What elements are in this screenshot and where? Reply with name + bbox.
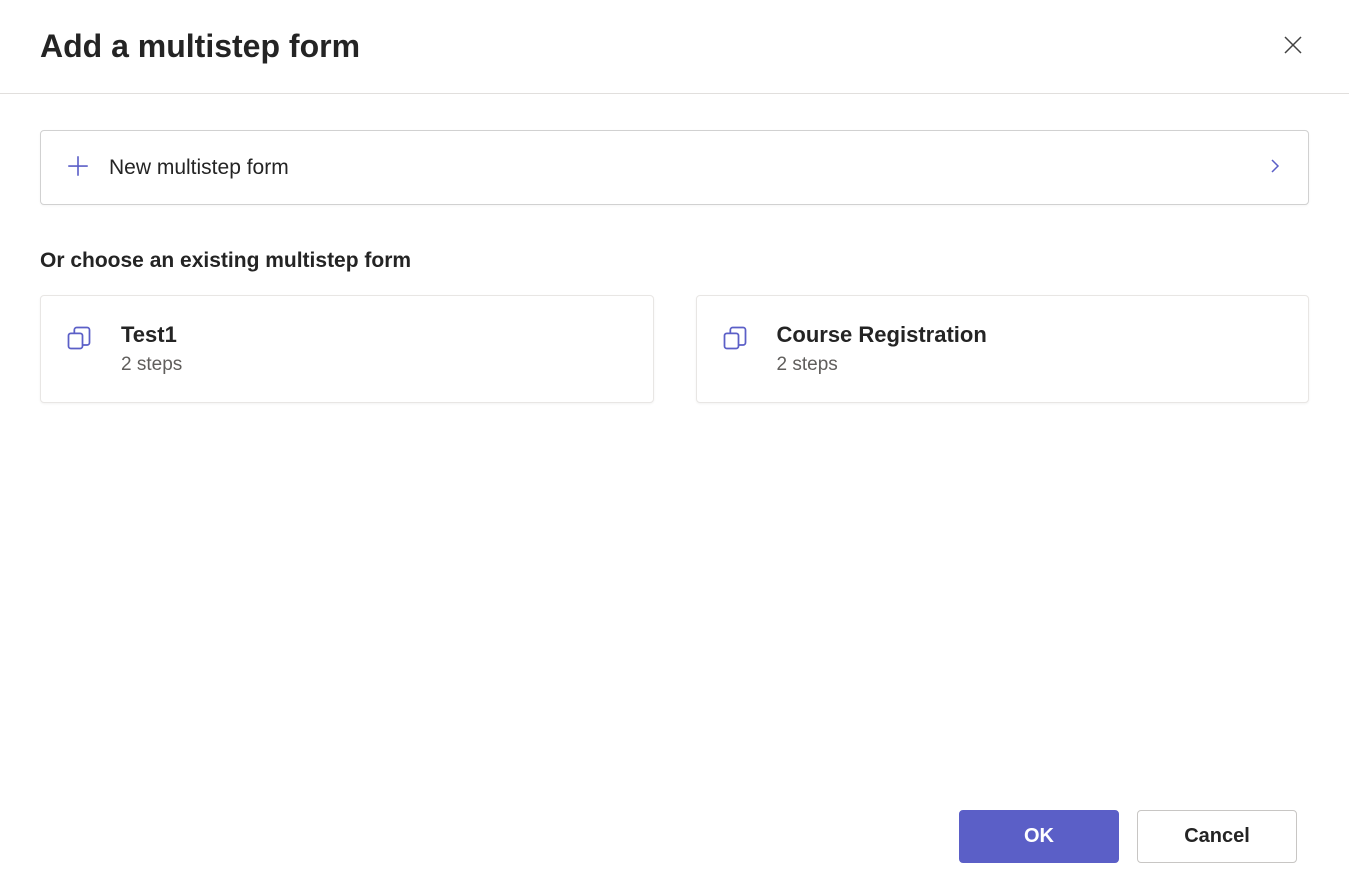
- cancel-button[interactable]: Cancel: [1137, 810, 1297, 863]
- multistep-form-icon: [65, 322, 93, 357]
- multistep-form-icon: [721, 322, 749, 357]
- close-icon: [1281, 33, 1305, 60]
- form-name: Test1: [121, 322, 182, 348]
- form-card-test1[interactable]: Test1 2 steps: [40, 295, 654, 403]
- plus-icon: [65, 153, 91, 182]
- form-steps: 2 steps: [121, 354, 182, 376]
- form-card-course-registration[interactable]: Course Registration 2 steps: [696, 295, 1310, 403]
- dialog-footer: OK Cancel: [959, 810, 1297, 863]
- existing-forms-grid: Test1 2 steps Course Registration 2 step…: [40, 295, 1309, 403]
- ok-button[interactable]: OK: [959, 810, 1119, 863]
- close-button[interactable]: [1277, 29, 1309, 64]
- new-multistep-form-button[interactable]: New multistep form: [40, 130, 1309, 205]
- existing-section-label: Or choose an existing multistep form: [40, 249, 1309, 273]
- dialog-body: New multistep form Or choose an existing…: [0, 94, 1349, 403]
- form-steps: 2 steps: [777, 354, 987, 376]
- dialog-title: Add a multistep form: [40, 28, 360, 65]
- new-form-label: New multistep form: [109, 156, 289, 180]
- form-name: Course Registration: [777, 322, 987, 348]
- chevron-right-icon: [1266, 157, 1284, 178]
- dialog-header: Add a multistep form: [0, 0, 1349, 94]
